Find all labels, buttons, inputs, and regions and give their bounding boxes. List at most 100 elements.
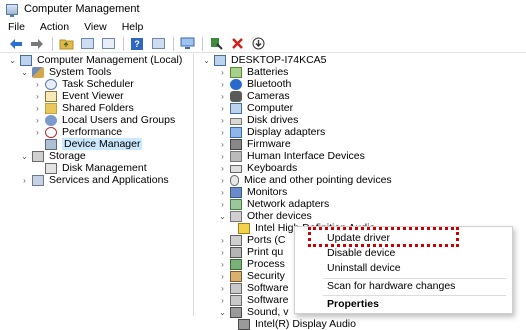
window-title: Computer Management: [24, 3, 140, 15]
expand-icon[interactable]: ›: [20, 176, 29, 185]
device-category-batteries[interactable]: › Batteries: [218, 66, 288, 78]
collapse-icon[interactable]: ⌄: [202, 56, 211, 65]
menu-disable-device[interactable]: Disable device: [327, 247, 395, 260]
tree-item-task-scheduler[interactable]: › Task Scheduler: [33, 78, 134, 90]
toolbar-separator: [123, 36, 124, 51]
update-driver-icon[interactable]: [250, 36, 266, 52]
expand-icon[interactable]: ›: [218, 68, 227, 77]
device-category-other-devices[interactable]: ⌄ Other devices: [218, 210, 312, 222]
expand-icon[interactable]: ›: [218, 236, 227, 245]
expand-icon[interactable]: ›: [218, 188, 227, 197]
firmware-icon: [230, 138, 242, 150]
menu-help[interactable]: Help: [122, 21, 144, 33]
expand-icon[interactable]: ›: [218, 128, 227, 137]
expand-icon[interactable]: ›: [218, 260, 227, 269]
device-category-mice[interactable]: › Mice and other pointing devices: [218, 174, 392, 186]
device-category-keyboards[interactable]: › Keyboards: [218, 162, 297, 174]
uninstall-icon[interactable]: [229, 36, 245, 52]
tree-item-local-users-groups[interactable]: › Local Users and Groups: [33, 114, 175, 126]
expand-icon[interactable]: ›: [33, 116, 42, 125]
device-intel-display-audio[interactable]: Intel(R) Display Audio: [238, 318, 356, 330]
port-icon: [230, 234, 242, 246]
keyboard-icon: [230, 165, 242, 173]
performance-icon: [45, 126, 57, 138]
security-icon: [230, 270, 242, 282]
expand-icon[interactable]: ›: [218, 284, 227, 293]
expand-icon[interactable]: ›: [218, 296, 227, 305]
device-category-sound[interactable]: ⌄ Sound, v: [218, 306, 288, 318]
device-category-software-2[interactable]: › Software: [218, 294, 288, 306]
device-category-cameras[interactable]: › Cameras: [218, 90, 289, 102]
device-category-ports[interactable]: › Ports (C: [218, 234, 285, 246]
expand-icon[interactable]: ›: [218, 248, 227, 257]
tree-item-services-applications[interactable]: › Services and Applications: [20, 174, 169, 186]
console-tree-pane: ⌄ Computer Management (Local) ⌄ System Too…: [0, 54, 194, 316]
event-viewer-icon: [45, 90, 57, 102]
collapse-icon[interactable]: ⌄: [8, 56, 17, 65]
expand-icon[interactable]: ›: [218, 164, 227, 173]
monitor-icon[interactable]: [179, 36, 195, 52]
enable-device-icon[interactable]: [208, 36, 224, 52]
tree-item-computer-management-local[interactable]: ⌄ Computer Management (Local): [8, 54, 182, 66]
title-bar: Computer Management: [0, 0, 526, 18]
device-category-network-adapters[interactable]: › Network adapters: [218, 198, 329, 210]
back-icon[interactable]: [8, 36, 24, 52]
action-pane-icon[interactable]: [150, 36, 166, 52]
device-category-print-queues[interactable]: › Print qu: [218, 246, 283, 258]
device-category-display-adapters[interactable]: › Display adapters: [218, 126, 325, 138]
device-category-hid[interactable]: › Human Interface Devices: [218, 150, 365, 162]
menu-action[interactable]: Action: [40, 21, 69, 33]
menu-properties[interactable]: Properties: [327, 298, 379, 311]
expand-icon[interactable]: ›: [218, 104, 227, 113]
expand-icon[interactable]: ›: [218, 272, 227, 281]
expand-icon[interactable]: ›: [218, 176, 227, 185]
device-manager-icon: [45, 138, 57, 150]
device-category-monitors[interactable]: › Monitors: [218, 186, 287, 198]
device-category-software-1[interactable]: › Software: [218, 282, 288, 294]
device-category-disk-drives[interactable]: › Disk drives: [218, 114, 298, 126]
device-category-security[interactable]: › Security: [218, 270, 285, 282]
expand-icon[interactable]: ›: [218, 80, 227, 89]
tree-item-storage[interactable]: ⌄ Storage: [20, 150, 86, 162]
expand-icon[interactable]: ›: [33, 128, 42, 137]
device-root-desktop[interactable]: ⌄ DESKTOP-I74KCA5: [202, 54, 326, 66]
tree-item-event-viewer[interactable]: › Event Viewer: [33, 90, 124, 102]
expand-icon[interactable]: ›: [218, 152, 227, 161]
device-category-bluetooth[interactable]: › Bluetooth: [218, 78, 291, 90]
up-folder-icon[interactable]: [58, 36, 74, 52]
forward-icon[interactable]: [29, 36, 45, 52]
device-category-computer[interactable]: › Computer: [218, 102, 293, 114]
menu-uninstall-device[interactable]: Uninstall device: [327, 262, 401, 275]
expand-icon[interactable]: ›: [218, 92, 227, 101]
monitor-icon: [230, 186, 242, 198]
menu-separator: [323, 295, 506, 296]
properties-icon[interactable]: [100, 36, 116, 52]
collapse-icon[interactable]: ⌄: [20, 152, 29, 161]
menu-file[interactable]: File: [8, 21, 25, 33]
users-icon: [45, 114, 57, 126]
computer-management-icon: [6, 3, 18, 17]
expand-icon[interactable]: ›: [218, 116, 227, 125]
expand-icon[interactable]: ›: [218, 140, 227, 149]
menu-separator: [323, 278, 506, 279]
expand-icon[interactable]: ›: [218, 200, 227, 209]
tree-item-performance[interactable]: › Performance: [33, 126, 122, 138]
collapse-icon[interactable]: ⌄: [218, 308, 227, 317]
expand-icon[interactable]: ›: [33, 92, 42, 101]
menu-scan-hardware-changes[interactable]: Scan for hardware changes: [327, 280, 455, 293]
expand-icon[interactable]: ›: [33, 104, 42, 113]
expand-icon[interactable]: ›: [33, 80, 42, 89]
software-icon: [230, 294, 242, 306]
tree-item-disk-management[interactable]: Disk Management: [33, 162, 147, 174]
tree-item-system-tools[interactable]: ⌄ System Tools: [20, 66, 111, 78]
collapse-icon[interactable]: ⌄: [20, 68, 29, 77]
device-category-processors[interactable]: › Process: [218, 258, 285, 270]
help-icon[interactable]: ?: [129, 36, 145, 52]
tree-item-shared-folders[interactable]: › Shared Folders: [33, 102, 134, 114]
show-hide-tree-icon[interactable]: [79, 36, 95, 52]
collapse-icon[interactable]: ⌄: [218, 212, 227, 221]
tree-item-device-manager[interactable]: Device Manager: [33, 138, 143, 150]
device-category-firmware[interactable]: › Firmware: [218, 138, 291, 150]
warning-device-icon: [238, 222, 250, 234]
menu-view[interactable]: View: [84, 21, 107, 33]
